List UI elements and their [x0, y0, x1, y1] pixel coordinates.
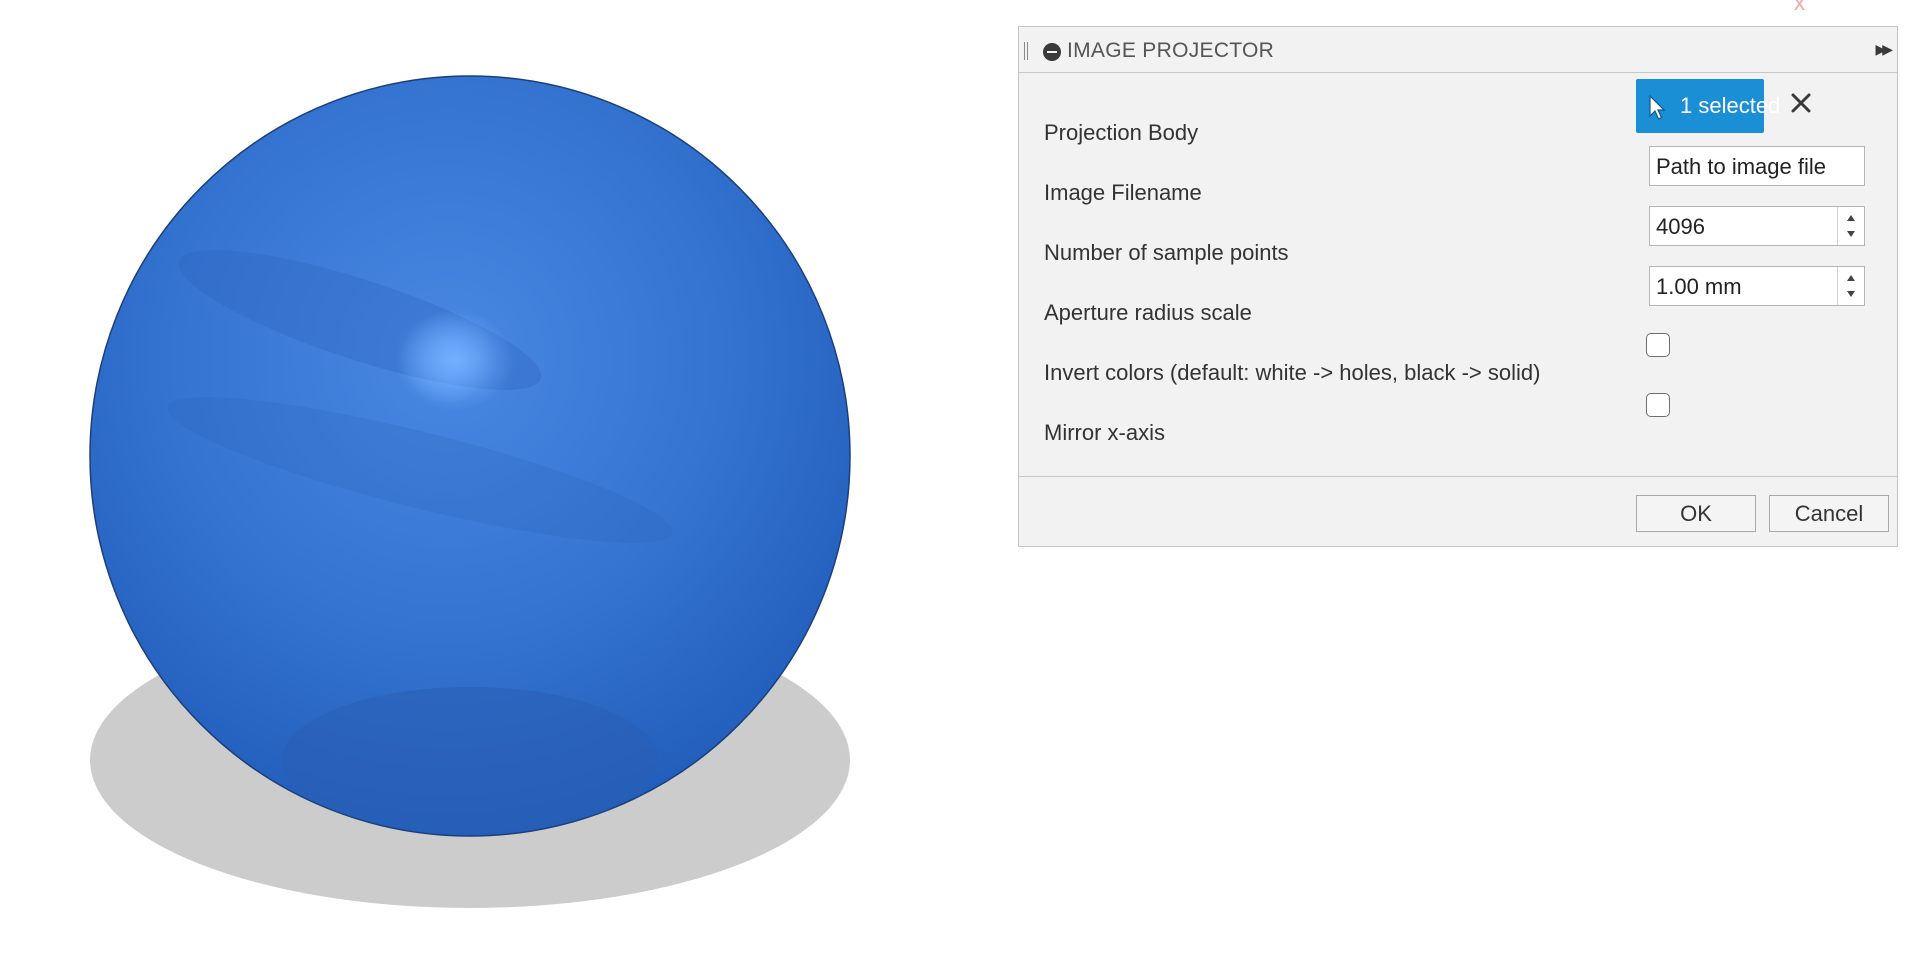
sphere-base-reflection — [282, 687, 658, 833]
cancel-button[interactable]: Cancel — [1769, 495, 1889, 532]
stepper-arrows[interactable] — [1837, 267, 1864, 305]
ok-button[interactable]: OK — [1636, 495, 1756, 532]
invert-colors-checkbox[interactable] — [1646, 333, 1670, 357]
increment-arrow-icon[interactable] — [1847, 275, 1855, 281]
canvas-viewport[interactable]: x IMAGE PROJECTOR ▶▶ Projection Body 1 s… — [0, 0, 1910, 958]
cursor-arrow-icon — [1649, 95, 1666, 120]
drag-handle-icon[interactable] — [1024, 42, 1028, 60]
mirror-x-checkbox[interactable] — [1646, 393, 1670, 417]
footer-divider — [1019, 476, 1897, 477]
increment-arrow-icon[interactable] — [1847, 215, 1855, 221]
projection-body-label: Projection Body — [1044, 120, 1199, 145]
sample-points-value: 4096 — [1656, 214, 1705, 239]
sphere-highlight — [395, 310, 515, 410]
sample-points-label: Number of sample points — [1044, 240, 1289, 265]
stepper-arrows[interactable] — [1837, 207, 1864, 245]
close-icon[interactable] — [1788, 90, 1814, 116]
dialog-header[interactable]: IMAGE PROJECTOR ▶▶ — [1019, 27, 1897, 73]
image-filename-field[interactable]: Path to image file — [1649, 146, 1865, 186]
selection-count: 1 selected — [1680, 93, 1781, 118]
double-chevron-right-icon[interactable]: ▶▶ — [1875, 41, 1892, 58]
decrement-arrow-icon[interactable] — [1847, 291, 1855, 297]
sphere-body[interactable] — [0, 0, 1010, 958]
axis-x-icon: x — [1794, 0, 1805, 15]
collapse-minus-icon[interactable] — [1043, 43, 1061, 61]
sample-points-stepper[interactable]: 4096 — [1649, 206, 1865, 246]
invert-colors-label: Invert colors (default: white -> holes, … — [1044, 360, 1541, 385]
image-projector-dialog: IMAGE PROJECTOR ▶▶ Projection Body 1 sel… — [1018, 26, 1898, 547]
aperture-radius-value: 1.00 mm — [1656, 274, 1742, 299]
decrement-arrow-icon[interactable] — [1847, 231, 1855, 237]
image-filename-label: Image Filename — [1044, 180, 1202, 205]
dialog-title: IMAGE PROJECTOR — [1067, 39, 1275, 62]
aperture-radius-stepper[interactable]: 1.00 mm — [1649, 266, 1865, 306]
mirror-x-label: Mirror x-axis — [1044, 420, 1165, 445]
aperture-radius-label: Aperture radius scale — [1044, 300, 1252, 325]
projection-body-selection-button[interactable]: 1 selected — [1636, 79, 1780, 133]
